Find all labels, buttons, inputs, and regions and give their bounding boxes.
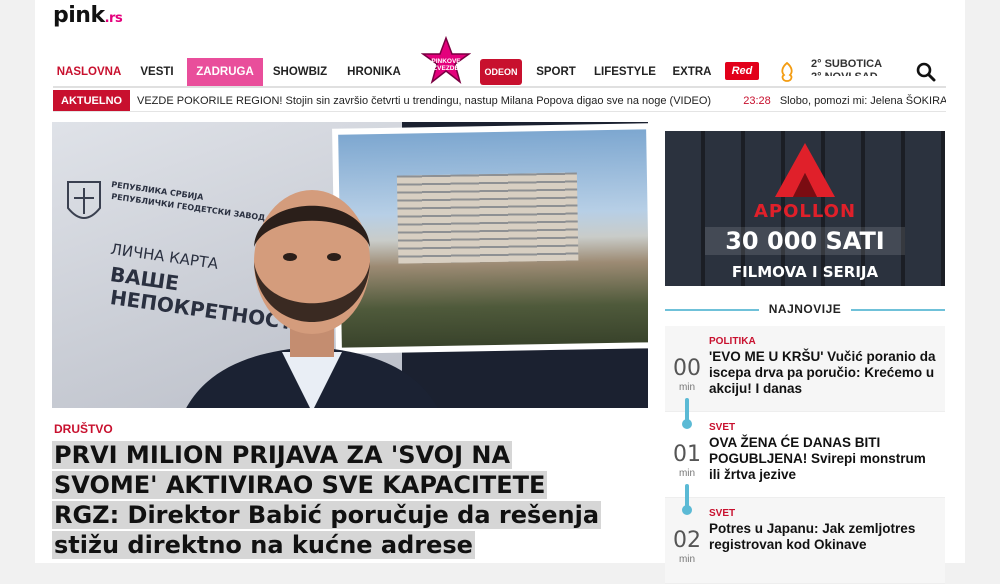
- ad-hours: 30 000 SATI: [705, 227, 905, 255]
- news-category[interactable]: POLITIKA: [709, 336, 756, 347]
- nav-item-extra[interactable]: EXTRA: [667, 58, 717, 86]
- nav-item-hronika[interactable]: HRONIKA: [339, 58, 409, 86]
- ad-brand: APOLLON: [753, 201, 857, 222]
- site-logo[interactable]: pink.rs: [53, 3, 123, 28]
- latest-news-title: NAJNOVIJE: [758, 302, 852, 316]
- nav-item-vesti[interactable]: VESTI: [129, 58, 185, 86]
- ticker-item[interactable]: VEZDE POKORILE REGION! Stojin sin završi…: [137, 95, 711, 107]
- odeon-logo[interactable]: ODEON: [480, 59, 522, 85]
- minutes-ago-unit: min: [678, 382, 696, 393]
- minutes-ago-unit: min: [678, 554, 696, 565]
- weather-line-2: 2° NOVI SAD: [811, 71, 882, 76]
- red-logo[interactable]: Red: [725, 62, 759, 80]
- apollon-ad-banner[interactable]: APOLLON 30 000 SATI FILMOVA I SERIJA: [665, 131, 945, 286]
- page: pink.rs NASLOVNA VESTI ZADRUGA SHOWBIZ H…: [35, 0, 965, 584]
- ticker-item[interactable]: Slobo, pomozi mi: Jelena ŠOKIRA: [780, 95, 946, 107]
- hero-image[interactable]: РЕПУБЛИКА СРБИЈА РЕПУБЛИЧКИ ГЕОДЕТСКИ ЗА…: [52, 122, 648, 440]
- news-title[interactable]: Potres u Japanu: Jak zemljotres registro…: [709, 521, 939, 553]
- news-ticker: AKTUELNO VEZDE POKORILE REGION! Stojin s…: [53, 90, 946, 112]
- nav-item-lifestyle[interactable]: LIFESTYLE: [585, 58, 665, 86]
- timeline-connector-icon: [682, 484, 692, 515]
- news-title[interactable]: OVA ŽENA ĆE DANAS BITI POGUBLJENA! Svire…: [709, 435, 939, 483]
- list-item[interactable]: 02 min SVET Potres u Japanu: Jak zemljot…: [665, 498, 945, 584]
- weather-widget[interactable]: 2° SUBOTICA 2° NOVI SAD: [811, 58, 882, 76]
- minutes-ago-number: 02: [673, 528, 701, 553]
- news-title[interactable]: 'EVO ME U KRŠU' Vučić poranio da iscepa …: [709, 349, 939, 397]
- news-category[interactable]: SVET: [709, 508, 735, 519]
- article-headline-text[interactable]: PRVI MILION PRIJAVA ZA 'SVOJ NA SVOME' A…: [52, 441, 602, 559]
- weather-icon: [781, 61, 793, 82]
- list-item[interactable]: 01 min SVET OVA ŽENA ĆE DANAS BITI POGUB…: [665, 412, 945, 515]
- timeline-connector-icon: [682, 398, 692, 429]
- news-category[interactable]: SVET: [709, 422, 735, 433]
- hero-caption: DRUŠTVO PRVI MILION PRIJAVA ZA 'SVOJ NA …: [52, 408, 648, 563]
- ticker-time: 23:28: [743, 95, 771, 107]
- pinkove-zvezde-star-icon[interactable]: PINKOVE ZVEZDE: [421, 36, 471, 86]
- nav-item-sport[interactable]: SPORT: [531, 58, 581, 86]
- search-icon[interactable]: [916, 62, 936, 82]
- ad-subtitle: FILMOVA I SERIJA: [731, 263, 879, 281]
- ticker-content[interactable]: VEZDE POKORILE REGION! Stojin sin završi…: [137, 90, 946, 111]
- list-item[interactable]: 00 min POLITIKA 'EVO ME U KRŠU' Vučić po…: [665, 326, 945, 429]
- logo-suffix: .rs: [104, 11, 123, 26]
- minutes-ago-number: 00: [673, 356, 701, 381]
- svg-text:PINKOVE: PINKOVE: [431, 58, 461, 65]
- latest-news-heading: NAJNOVIJE: [665, 300, 945, 320]
- article-category[interactable]: DRUŠTVO: [54, 422, 113, 436]
- weather-line-1: 2° SUBOTICA: [811, 58, 883, 70]
- article-headline[interactable]: PRVI MILION PRIJAVA ZA 'SVOJ NA SVOME' A…: [52, 440, 612, 560]
- nav-item-zadruga[interactable]: ZADRUGA: [187, 58, 263, 86]
- ticker-label: AKTUELNO: [53, 90, 131, 111]
- logo-main: pink: [53, 3, 105, 28]
- coat-of-arms-icon: [67, 181, 101, 219]
- svg-text:ZVEZDE: ZVEZDE: [433, 65, 459, 72]
- apollon-logo-icon: [775, 143, 835, 197]
- nav-item-naslovna[interactable]: NASLOVNA: [53, 58, 125, 86]
- speaker-portrait: [174, 190, 450, 440]
- nav-item-showbiz[interactable]: SHOWBIZ: [265, 58, 335, 86]
- latest-news-list: 00 min POLITIKA 'EVO ME U KRŠU' Vučić po…: [665, 326, 945, 584]
- main-nav: NASLOVNA VESTI ZADRUGA SHOWBIZ HRONIKA P…: [53, 36, 946, 88]
- minutes-ago-number: 01: [673, 442, 701, 467]
- minutes-ago-unit: min: [678, 468, 696, 479]
